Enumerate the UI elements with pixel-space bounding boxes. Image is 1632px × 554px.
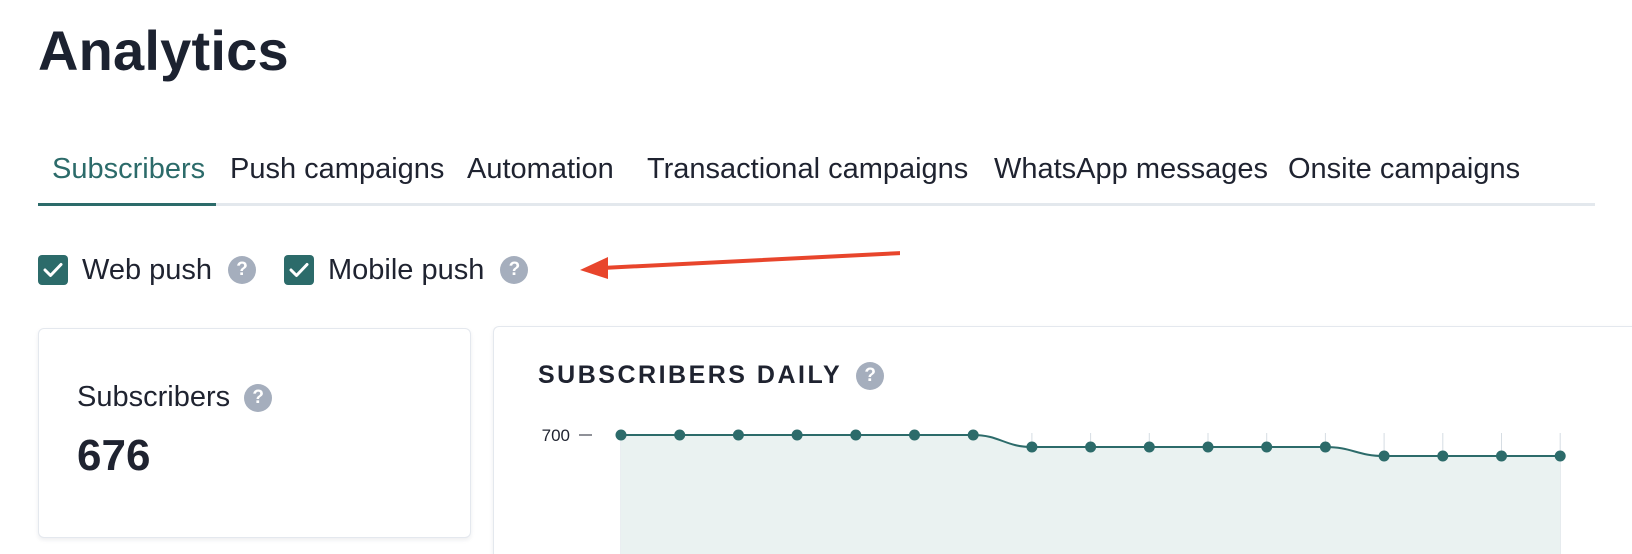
chart-data-point[interactable] [1554,450,1566,462]
question-circle-icon[interactable]: ? [228,256,257,284]
chart-data-point[interactable] [909,429,920,441]
checkmark-icon [289,263,309,277]
chart-data-point[interactable] [791,429,803,441]
chart-data-point[interactable] [967,429,979,441]
subscribers-card-label: Subscribers ? [77,381,273,414]
chart-data-point[interactable] [850,429,862,441]
mobile-push-filter: Mobile push ? [284,250,529,290]
web-push-checkbox[interactable] [38,255,68,285]
mobile-push-checkbox[interactable] [284,255,314,285]
web-push-label[interactable]: Web push [82,254,212,287]
y-tick-label: 700 [542,426,570,445]
tab-bar: Subscribers Push campaigns Automation Tr… [38,138,1595,206]
chart-data-point[interactable] [1202,441,1214,453]
chart-data-point[interactable] [1085,441,1097,453]
chart-data-point[interactable] [615,429,627,441]
tab-onsite-campaigns[interactable]: Onsite campaigns [1274,138,1534,206]
chart-data-point[interactable] [1261,441,1273,453]
chart-data-point[interactable] [1319,441,1331,453]
chart-data-point[interactable] [1437,450,1449,462]
tab-push-campaigns[interactable]: Push campaigns [216,138,458,206]
subscribers-daily-chart: 700 [542,426,1566,554]
chart-data-point[interactable] [1026,441,1038,453]
chart-y-axis: 700 [542,426,592,445]
chart-data-point[interactable] [1143,441,1155,453]
chart-data-point[interactable] [674,429,686,441]
question-circle-icon[interactable]: ? [244,383,273,412]
chart-data-point[interactable] [732,429,744,441]
checkmark-icon [43,263,63,277]
chart-area [621,435,1561,554]
subscribers-label-text: Subscribers [77,381,231,413]
subscribers-count: 676 [77,431,151,480]
question-circle-icon[interactable]: ? [500,256,529,284]
chart-data-point[interactable] [1378,450,1390,462]
page-title: Analytics [38,19,289,82]
red-arrow-icon [580,251,900,279]
tab-transactional-campaigns[interactable]: Transactional campaigns [633,138,982,206]
subscribers-daily-chart-card: SUBSCRIBERS DAILY ? 700 [493,326,1632,554]
tab-subscribers[interactable]: Subscribers [38,138,216,206]
web-push-filter: Web push ? [38,250,257,290]
chart-data-point[interactable] [1496,450,1507,462]
tab-whatsapp-messages[interactable]: WhatsApp messages [980,138,1282,206]
mobile-push-label[interactable]: Mobile push [328,254,484,287]
tab-automation[interactable]: Automation [453,138,628,206]
subscribers-card: Subscribers ? 676 [38,328,471,538]
